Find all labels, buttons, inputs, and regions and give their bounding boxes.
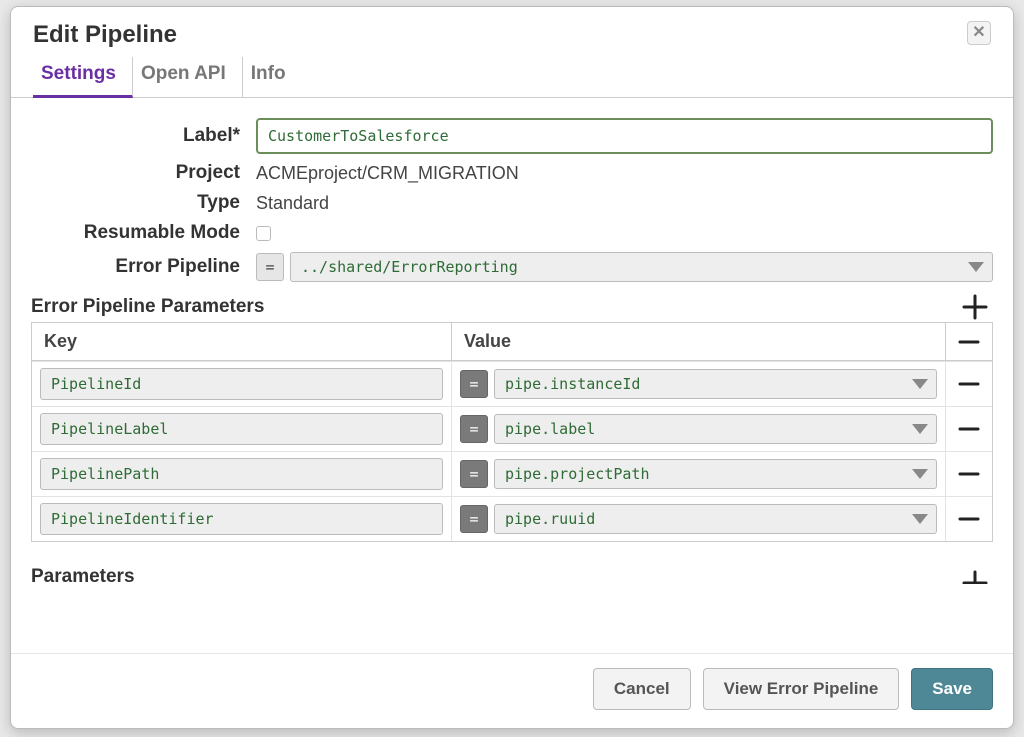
- expression-toggle-button[interactable]: =: [460, 505, 488, 533]
- tab-open-api[interactable]: Open API: [133, 57, 243, 97]
- expression-toggle-button[interactable]: =: [460, 415, 488, 443]
- expression-toggle-button[interactable]: =: [460, 370, 488, 398]
- value-type: Standard: [256, 193, 993, 214]
- row-label: Label*: [31, 118, 993, 154]
- section-parameters: Parameters: [31, 562, 993, 592]
- param-value-dropdown[interactable]: pipe.ruuid: [494, 504, 937, 534]
- error-params-table: Key Value = pipe.instanceId: [31, 322, 993, 542]
- label-error-pipeline: Error Pipeline: [31, 256, 256, 278]
- chevron-down-icon: [912, 469, 928, 479]
- expression-toggle-button[interactable]: =: [460, 460, 488, 488]
- remove-param-button[interactable]: [946, 362, 992, 406]
- label-type: Type: [31, 192, 256, 214]
- param-value-text: pipe.label: [505, 420, 908, 438]
- param-row: = pipe.ruuid: [32, 496, 992, 541]
- error-pipeline-dropdown[interactable]: ../shared/ErrorReporting: [290, 252, 993, 282]
- header-value: Value: [452, 323, 946, 360]
- chevron-down-icon: [912, 379, 928, 389]
- section-error-params-title: Error Pipeline Parameters: [31, 296, 264, 318]
- chevron-down-icon: [912, 514, 928, 524]
- param-value-dropdown[interactable]: pipe.projectPath: [494, 459, 937, 489]
- row-error-pipeline: Error Pipeline = ../shared/ErrorReportin…: [31, 252, 993, 282]
- remove-param-button[interactable]: [946, 497, 992, 541]
- param-key-input[interactable]: [40, 368, 443, 400]
- dialog-footer: Cancel View Error Pipeline Save: [11, 653, 1013, 728]
- section-error-params: Error Pipeline Parameters: [31, 292, 993, 322]
- row-type: Type Standard: [31, 192, 993, 214]
- param-value-dropdown[interactable]: pipe.label: [494, 414, 937, 444]
- param-key-input[interactable]: [40, 413, 443, 445]
- section-parameters-title: Parameters: [31, 566, 135, 588]
- expression-toggle-button[interactable]: =: [256, 253, 284, 281]
- label-input[interactable]: [256, 118, 993, 154]
- tab-settings[interactable]: Settings: [33, 57, 133, 98]
- add-error-param-button[interactable]: [957, 294, 993, 320]
- remove-param-button[interactable]: [946, 407, 992, 451]
- param-key-input[interactable]: [40, 458, 443, 490]
- edit-pipeline-dialog: Edit Pipeline ✕ Settings Open API Info L…: [10, 6, 1014, 729]
- row-resumable: Resumable Mode: [31, 222, 993, 244]
- remove-all-button[interactable]: [946, 323, 992, 360]
- chevron-down-icon: [968, 262, 984, 272]
- label-project: Project: [31, 162, 256, 184]
- label-label: Label*: [31, 125, 256, 147]
- value-project: ACMEproject/CRM_MIGRATION: [256, 163, 993, 184]
- error-params-header: Key Value: [32, 323, 992, 361]
- dialog-header: Edit Pipeline ✕: [11, 7, 1013, 57]
- param-row: = pipe.instanceId: [32, 361, 992, 406]
- row-project: Project ACMEproject/CRM_MIGRATION: [31, 162, 993, 184]
- param-value-text: pipe.instanceId: [505, 375, 908, 393]
- resumable-checkbox[interactable]: [256, 226, 271, 241]
- param-value-text: pipe.ruuid: [505, 510, 908, 528]
- header-key: Key: [32, 323, 452, 360]
- param-row: = pipe.label: [32, 406, 992, 451]
- tab-info[interactable]: Info: [243, 57, 302, 97]
- close-icon[interactable]: ✕: [967, 21, 991, 45]
- dialog-body[interactable]: Label* Project ACMEproject/CRM_MIGRATION…: [11, 98, 1013, 653]
- param-row: = pipe.projectPath: [32, 451, 992, 496]
- cancel-button[interactable]: Cancel: [593, 668, 691, 710]
- view-error-pipeline-button[interactable]: View Error Pipeline: [703, 668, 900, 710]
- label-resumable: Resumable Mode: [31, 222, 256, 244]
- param-value-dropdown[interactable]: pipe.instanceId: [494, 369, 937, 399]
- dialog-title: Edit Pipeline: [33, 21, 177, 49]
- add-parameter-button[interactable]: [957, 570, 993, 584]
- save-button[interactable]: Save: [911, 668, 993, 710]
- error-pipeline-value: ../shared/ErrorReporting: [301, 258, 964, 276]
- tabs: Settings Open API Info: [11, 57, 1013, 98]
- param-key-input[interactable]: [40, 503, 443, 535]
- chevron-down-icon: [912, 424, 928, 434]
- remove-param-button[interactable]: [946, 452, 992, 496]
- param-value-text: pipe.projectPath: [505, 465, 908, 483]
